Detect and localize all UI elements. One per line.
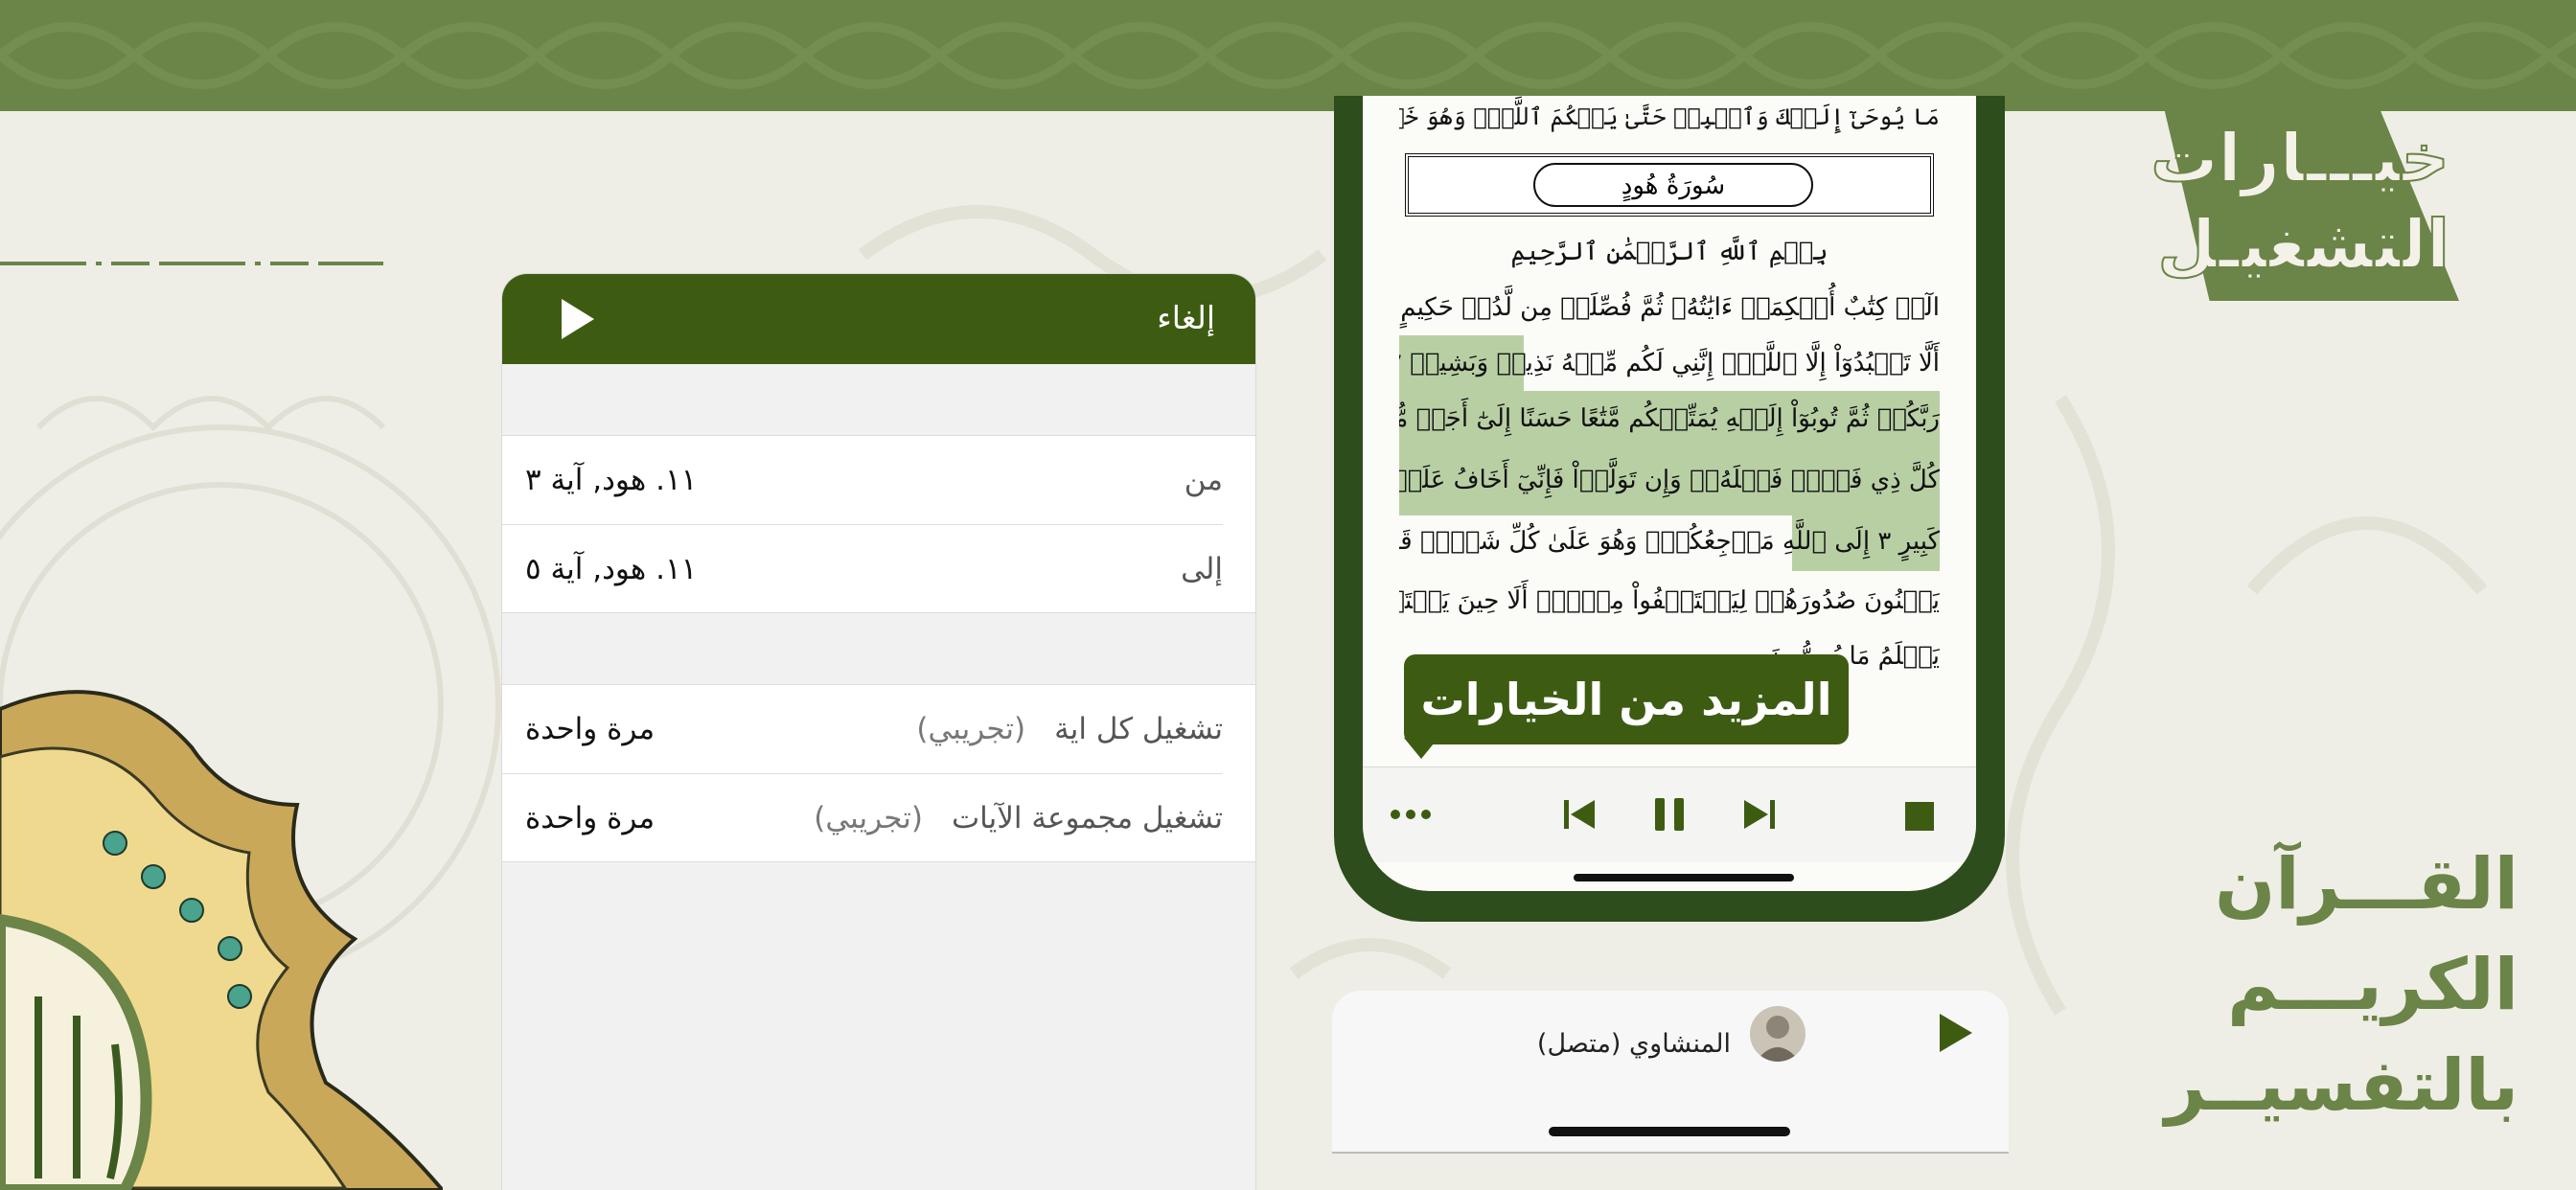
playback-options-title: خيـــارات التشغيـل [2150,100,2459,301]
home-indicator [1549,1127,1790,1136]
to-row[interactable]: إلى ١١. هود, آية ٥ [502,524,1223,612]
surah-header-frame: سُورَةُ هُودٍ [1405,153,1934,217]
phone-mockup: مَا يُوحَىٰٓ إِلَيۡكَ وَٱصۡبِرۡ حَتَّىٰ … [1334,96,2005,922]
repeat-group-note: (تجريبي) [814,800,923,835]
repeat-group-value: مرة واحدة [525,800,656,835]
repeat-each-verse-value: مرة واحدة [525,712,656,746]
verse-line-6[interactable]: يَثۡنُونَ صُدُورَهُمۡ لِيَسۡتَخۡفُواْ مِ… [1399,573,1940,629]
to-label: إلى [1181,551,1223,586]
basmala: بِسۡمِ ٱللَّهِ ٱلرَّحۡمَٰنِ ٱلرَّحِيمِ [1510,238,1828,266]
surah-title: سُورَةُ هُودٍ [1533,163,1813,207]
verse-line-5[interactable]: كَبِيرٍ ٣ إِلَى ٱللَّهِ مَرۡجِعُكُمۡۖ وَ… [1399,514,1940,569]
from-row[interactable]: من ١١. هود, آية ٣ [502,436,1255,524]
cancel-button[interactable]: إلغاء [1157,299,1215,336]
repeat-each-verse-note: (تجريبي) [916,712,1026,746]
verse-line-2[interactable]: أَلَّا تَعۡبُدُوٓاْ إِلَّا ٱللَّهَۚ إِنَ… [1399,335,1940,391]
play-icon [562,299,594,339]
skip-previous-icon[interactable] [1562,798,1597,831]
repeat-group: تشغيل كل اية (تجريبي) مرة واحدة تشغيل مج… [502,684,1255,862]
repeat-each-verse-label: تشغيل كل اية [1054,712,1223,746]
play-button[interactable] [552,295,600,343]
repeat-group-row[interactable]: تشغيل مجموعة الآيات (تجريبي) مرة واحدة [502,773,1223,861]
from-label: من [1184,463,1223,497]
verse-line-1[interactable]: الٓرۚ كِتَٰبٌ أُحۡكِمَتۡ ءَايَٰتُهُۥ ثُم… [1399,280,1940,335]
skip-next-icon[interactable] [1742,798,1777,831]
top-ornament-band [0,0,2576,111]
dashed-divider [0,262,383,265]
ornament-medallion [0,690,443,1190]
home-indicator [1574,874,1794,881]
mini-play-button[interactable] [1936,1012,1974,1058]
repeat-group-label: تشغيل مجموعة الآيات [952,800,1223,835]
pause-icon[interactable] [1652,796,1687,833]
title-options-line1: خيـــارات [2150,118,2450,198]
brand-line-3: بالتفسيــر [2165,1044,2518,1127]
reciter-avatar [1750,1006,1806,1062]
verse-line-3[interactable]: رَبَّكُمۡ ثُمَّ تُوبُوٓاْ إِلَيۡهِ يُمَت… [1399,391,1940,446]
reciter-name[interactable]: المنشاوي (متصل) [1537,1029,1731,1059]
brand-line-1: القـــرآن [2215,843,2518,926]
brand-line-2: الكريـــم [2227,944,2518,1026]
more-options-callout: المزيد من الخيارات [1404,654,1849,744]
mushaf-page: مَا يُوحَىٰٓ إِلَيۡكَ وَٱصۡبِرۡ حَتَّىٰ … [1399,96,1940,747]
playback-settings-sheet: إلغاء من ١١. هود, آية ٣ إلى ١١. هود, آية… [502,274,1255,1190]
mini-player: المنشاوي (متصل) [1332,991,2009,1154]
more-dots-icon[interactable] [1390,808,1432,821]
play-icon [1940,1014,1972,1052]
repeat-each-verse-row[interactable]: تشغيل كل اية (تجريبي) مرة واحدة [502,685,1255,773]
range-group: من ١١. هود, آية ٣ إلى ١١. هود, آية ٥ [502,435,1255,613]
sheet-header: إلغاء [502,274,1255,364]
more-options-callout-tail [1404,738,1438,759]
title-options-line2: التشغيـل [2156,204,2450,285]
from-value: ١١. هود, آية ٣ [525,463,698,497]
verse-line-top: مَا يُوحَىٰٓ إِلَيۡكَ وَٱصۡبِرۡ حَتَّىٰ … [1399,103,1940,130]
stop-icon[interactable] [1905,802,1934,831]
player-controls-bar [1363,767,1976,862]
to-value: ١١. هود, آية ٥ [525,551,698,586]
verse-line-4[interactable]: كُلَّ ذِي فَضۡلٖ فَضۡلَهُۥۖ وَإِن تَوَلَ… [1399,452,1940,508]
phone-screen: مَا يُوحَىٰٓ إِلَيۡكَ وَٱصۡبِرۡ حَتَّىٰ … [1363,96,1976,891]
